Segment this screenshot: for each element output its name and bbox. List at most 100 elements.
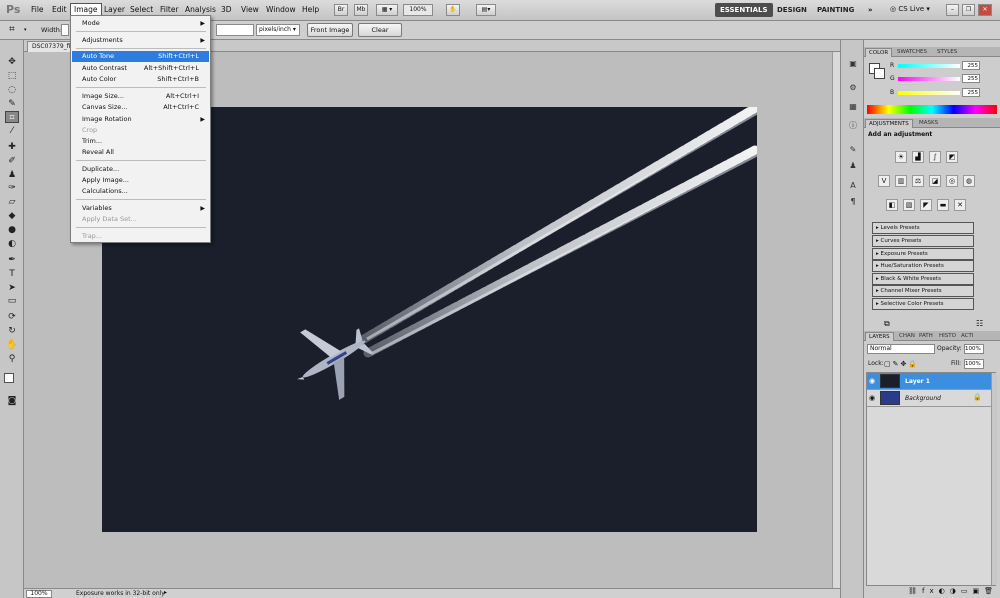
healing-brush-icon[interactable]: ✚: [5, 141, 19, 153]
menu-filter[interactable]: Filter: [157, 4, 182, 15]
preset-levels[interactable]: ▸ Levels Presets: [872, 222, 974, 234]
hand-icon[interactable]: ✋: [446, 4, 460, 16]
menu-item-auto-contrast[interactable]: Auto Contrast Alt+Shift+Ctrl+L: [72, 63, 209, 74]
menu-3d[interactable]: 3D: [218, 4, 235, 15]
menu-item-image-rotation[interactable]: Image Rotation ▶: [72, 114, 209, 125]
tab-layers[interactable]: LAYERS: [865, 332, 894, 341]
preset-selective-color[interactable]: ▸ Selective Color Presets: [872, 298, 974, 310]
adjustment-options-icon[interactable]: ☷: [976, 319, 983, 328]
preset-exposure[interactable]: ▸ Exposure Presets: [872, 248, 974, 260]
menu-analysis[interactable]: Analysis: [182, 4, 219, 15]
type-tool-icon[interactable]: T: [5, 268, 19, 280]
color-ramp[interactable]: [867, 105, 997, 114]
tab-paths[interactable]: PATH: [916, 332, 936, 341]
bg-color-swatch[interactable]: [874, 68, 885, 79]
lasso-tool-icon[interactable]: ◌: [5, 84, 19, 96]
color-balance-icon[interactable]: ⚖: [912, 175, 924, 187]
preset-channel-mixer[interactable]: ▸ Channel Mixer Presets: [872, 285, 974, 297]
menu-item-reveal-all[interactable]: Reveal All: [72, 147, 209, 158]
layer-row-layer-1[interactable]: ◉ Layer 1: [867, 373, 997, 390]
channel-mixer-icon[interactable]: ◍: [963, 175, 975, 187]
paragraph-icon[interactable]: ¶: [847, 196, 859, 207]
vertical-scrollbar[interactable]: [832, 52, 840, 588]
gradient-map-icon[interactable]: ▬: [937, 199, 949, 211]
hand-tool-icon[interactable]: ✋: [5, 339, 19, 351]
menu-layer[interactable]: Layer: [101, 4, 128, 15]
menu-file[interactable]: File: [28, 4, 47, 15]
history-icon[interactable]: ▣: [847, 58, 859, 69]
channel-g-value[interactable]: 255: [962, 74, 980, 83]
quick-selection-icon[interactable]: ✎: [5, 98, 19, 110]
menu-window[interactable]: Window: [263, 4, 299, 15]
menu-item-adjustments[interactable]: Adjustments ▶: [72, 35, 209, 46]
status-zoom[interactable]: 100%: [26, 590, 52, 598]
blur-tool-icon[interactable]: ●: [5, 224, 19, 236]
menu-item-image-size[interactable]: Image Size... Alt+Ctrl+I: [72, 91, 209, 102]
menu-help[interactable]: Help: [299, 4, 322, 15]
levels-icon[interactable]: ▟: [912, 151, 924, 163]
character-icon[interactable]: A: [847, 180, 859, 191]
3d-orbit-icon[interactable]: ↻: [5, 325, 19, 337]
close-icon[interactable]: ✕: [978, 4, 992, 16]
channel-b-value[interactable]: 255: [962, 88, 980, 97]
channel-g-slider[interactable]: [898, 77, 960, 81]
hue-saturation-icon[interactable]: ▥: [895, 175, 907, 187]
preset-curves[interactable]: ▸ Curves Presets: [872, 235, 974, 247]
preset-dropdown-icon[interactable]: ▾: [24, 27, 27, 33]
menu-item-duplicate[interactable]: Duplicate...: [72, 164, 209, 175]
menu-select[interactable]: Select: [127, 4, 156, 15]
mini-bridge-icon[interactable]: Mb: [354, 4, 368, 16]
status-arrow-icon[interactable]: ▸: [164, 589, 167, 596]
menu-item-mode[interactable]: Mode ▶: [72, 18, 209, 29]
layers-scrollbar[interactable]: [991, 373, 997, 585]
history-brush-icon[interactable]: ✑: [5, 182, 19, 194]
clear-button[interactable]: Clear: [358, 23, 402, 37]
tab-styles[interactable]: STYLES: [934, 48, 960, 57]
menu-item-auto-tone[interactable]: Auto Tone Shift+Ctrl+L: [72, 51, 209, 62]
fill-input[interactable]: 100%: [964, 359, 984, 369]
tab-history[interactable]: HISTO: [936, 332, 959, 341]
photo-filter-icon[interactable]: ◎: [946, 175, 958, 187]
menu-item-variables[interactable]: Variables ▶: [72, 203, 209, 214]
brush-tool-icon[interactable]: ✐: [5, 155, 19, 167]
quick-mask-icon[interactable]: ◙: [5, 395, 19, 407]
curves-icon[interactable]: ∫: [929, 151, 941, 163]
clip-to-layer-icon[interactable]: ⧉: [884, 319, 890, 329]
menu-view[interactable]: View: [238, 4, 262, 15]
workspace-design[interactable]: DESIGN: [772, 3, 812, 17]
tab-adjustments[interactable]: ADJUSTMENTS: [865, 119, 913, 128]
view-extras-icon[interactable]: ▦ ▾: [376, 4, 398, 16]
workspace-painting[interactable]: PAINTING: [812, 3, 859, 17]
black-white-icon[interactable]: ◪: [929, 175, 941, 187]
info-icon[interactable]: ⓘ: [847, 120, 859, 131]
blend-mode-select[interactable]: Normal: [867, 344, 935, 354]
cs-live-button[interactable]: ◎ CS Live ▾: [890, 5, 930, 13]
workspace-essentials[interactable]: ESSENTIALS: [715, 3, 773, 17]
posterize-icon[interactable]: ▧: [903, 199, 915, 211]
minimize-icon[interactable]: –: [946, 4, 959, 16]
tab-channels[interactable]: CHAN: [896, 332, 918, 341]
resolution-units-select[interactable]: pixels/inch ▾: [256, 24, 300, 36]
eyedropper-icon[interactable]: ⁄: [5, 125, 19, 137]
resolution-input[interactable]: [216, 24, 254, 36]
paint-bucket-icon[interactable]: ◆: [5, 210, 19, 222]
exposure-icon[interactable]: ◩: [946, 151, 958, 163]
menu-item-apply-image[interactable]: Apply Image...: [72, 175, 209, 186]
tab-color[interactable]: COLOR: [865, 48, 893, 57]
invert-icon[interactable]: ◧: [886, 199, 898, 211]
front-image-button[interactable]: Front Image: [307, 23, 353, 37]
clone-stamp-icon[interactable]: ♟: [5, 169, 19, 181]
lock-options-icon[interactable]: ▢✎✥🔒: [884, 360, 919, 368]
channel-r-slider[interactable]: [898, 64, 960, 68]
path-selection-icon[interactable]: ➤: [5, 282, 19, 294]
tab-swatches[interactable]: SWATCHES: [894, 48, 930, 57]
eraser-icon[interactable]: ▱: [5, 196, 19, 208]
tab-masks[interactable]: MASKS: [916, 119, 941, 128]
arrange-documents-icon[interactable]: ▤▾: [476, 4, 496, 16]
restore-icon[interactable]: ❐: [962, 4, 975, 16]
menu-item-canvas-size[interactable]: Canvas Size... Alt+Ctrl+C: [72, 102, 209, 113]
clone-source-icon[interactable]: ♟: [847, 160, 859, 171]
bridge-icon[interactable]: Br: [334, 4, 348, 16]
layer-name[interactable]: Background: [905, 395, 941, 402]
move-tool-icon[interactable]: ✥: [5, 56, 19, 68]
